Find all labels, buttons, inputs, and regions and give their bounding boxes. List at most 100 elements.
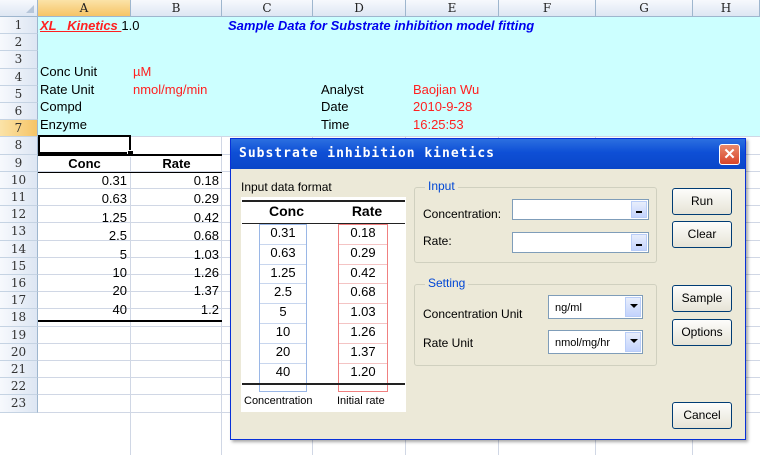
- row-header[interactable]: 3: [0, 51, 38, 69]
- conc-unit-value: µM: [133, 64, 152, 79]
- input-group: Input Concentration: Rate:: [414, 179, 657, 263]
- row-header[interactable]: 2: [0, 34, 38, 52]
- format-caption-initial-rate: Initial rate: [337, 395, 385, 407]
- concentration-label: Concentration:: [423, 207, 502, 221]
- selected-cell-a7[interactable]: [38, 135, 131, 154]
- row-header[interactable]: 15: [0, 257, 38, 275]
- cancel-button[interactable]: Cancel: [672, 402, 732, 429]
- grid-line: [221, 137, 222, 455]
- options-button[interactable]: Options: [672, 319, 732, 346]
- rate-unit-value: nmol/mg/min: [133, 82, 208, 97]
- rate-cell[interactable]: 0.29: [131, 190, 219, 207]
- column-header-b[interactable]: B: [131, 0, 222, 17]
- row-header[interactable]: 5: [0, 85, 38, 103]
- rate-cell[interactable]: 0.68: [131, 227, 219, 244]
- format-conc-value: 20: [275, 343, 291, 359]
- date-label: Date: [321, 99, 349, 114]
- row-header[interactable]: 20: [0, 343, 38, 361]
- column-header-f[interactable]: F: [499, 0, 596, 17]
- column-header-h[interactable]: H: [693, 0, 760, 17]
- row-header[interactable]: 22: [0, 378, 38, 396]
- row-header[interactable]: 8: [0, 137, 38, 155]
- row-header[interactable]: 12: [0, 206, 38, 224]
- format-header-rate: Rate: [351, 203, 383, 219]
- conc-cell[interactable]: 5: [38, 246, 127, 263]
- row-header[interactable]: 13: [0, 223, 38, 241]
- rate-input[interactable]: [512, 232, 649, 253]
- analyst-label: Analyst: [321, 82, 364, 97]
- analyst-value: Baojian Wu: [413, 82, 480, 97]
- row-header[interactable]: 18: [0, 309, 38, 327]
- rate-refedit-icon[interactable]: [631, 234, 647, 251]
- rate-cell[interactable]: 0.18: [131, 172, 219, 189]
- row-header[interactable]: 14: [0, 240, 38, 258]
- row-header[interactable]: 19: [0, 326, 38, 344]
- format-header-conc: Conc: [269, 203, 304, 219]
- rate-cell[interactable]: 1.2: [131, 301, 219, 318]
- column-header-g[interactable]: G: [596, 0, 693, 17]
- clear-button[interactable]: Clear: [672, 221, 732, 248]
- rate-unit-select[interactable]: nmol/mg/hr: [548, 330, 643, 354]
- enzyme-label: Enzyme: [40, 117, 87, 132]
- format-rate-value: 0.18: [350, 225, 376, 240]
- conc-unit-select[interactable]: ng/ml: [548, 295, 643, 319]
- column-header-c[interactable]: C: [222, 0, 313, 17]
- concentration-input[interactable]: [512, 199, 649, 220]
- row-header[interactable]: 16: [0, 275, 38, 293]
- rate-cell[interactable]: 1.03: [131, 246, 219, 263]
- format-conc-value: 10: [275, 324, 291, 339]
- row-header[interactable]: 10: [0, 171, 38, 189]
- conc-cell[interactable]: 0.63: [38, 190, 127, 207]
- row-header[interactable]: 7: [0, 120, 38, 138]
- dialog-title: Substrate inhibition kinetics: [239, 146, 495, 161]
- row-header[interactable]: 1: [0, 17, 38, 35]
- data-format-illustration: Conc Rate 0.31 0.18 0.63 0.29 1.25 0.42 2.5 0.6…: [241, 197, 406, 412]
- run-button[interactable]: Run: [672, 188, 732, 215]
- column-header-e[interactable]: E: [406, 0, 499, 17]
- conc-unit-label: Conc Unit: [40, 64, 98, 79]
- chevron-down-icon[interactable]: [625, 332, 641, 352]
- format-row-divider: [339, 283, 387, 285]
- conc-cell[interactable]: 20: [38, 282, 127, 299]
- conc-cell[interactable]: 1.25: [38, 209, 127, 226]
- row-header[interactable]: 21: [0, 361, 38, 379]
- format-rate-value: 0.29: [350, 244, 376, 260]
- format-row-divider: [339, 342, 387, 344]
- sheet-subtitle: Sample Data for Substrate inhibition mod…: [228, 18, 535, 33]
- time-label: Time: [321, 117, 350, 132]
- conc-cell[interactable]: 10: [38, 264, 127, 281]
- column-header-d[interactable]: D: [313, 0, 406, 17]
- dialog-titlebar[interactable]: Substrate inhibition kinetics ✕: [231, 139, 745, 169]
- row-header[interactable]: 4: [0, 68, 38, 86]
- rate-cell[interactable]: 1.26: [131, 264, 219, 281]
- row-header[interactable]: 17: [0, 292, 38, 310]
- rate-cell[interactable]: 1.37: [131, 282, 219, 299]
- format-rate-value: 1.26: [350, 324, 376, 339]
- column-header-a[interactable]: A: [38, 0, 131, 17]
- format-row-divider: [260, 263, 306, 265]
- select-all-corner[interactable]: [0, 0, 38, 17]
- concentration-refedit-icon[interactable]: [631, 201, 647, 218]
- format-caption-concentration: Concentration: [244, 395, 313, 407]
- row-header[interactable]: 6: [0, 103, 38, 121]
- conc-cell[interactable]: 2.5: [38, 227, 127, 244]
- conc-unit-selected: ng/ml: [555, 302, 582, 314]
- conc-cell[interactable]: 40: [38, 301, 127, 318]
- chevron-down-icon[interactable]: [625, 297, 641, 317]
- table-header-rate: Rate: [162, 156, 191, 171]
- format-rate-value: 0.42: [350, 264, 376, 280]
- conc-cell[interactable]: 0.31: [38, 172, 127, 189]
- format-row-divider: [339, 263, 387, 265]
- row-header[interactable]: 9: [0, 154, 38, 172]
- rate-cell[interactable]: 0.42: [131, 209, 219, 226]
- format-conc-value: 40: [275, 363, 291, 379]
- format-row-divider: [260, 243, 306, 245]
- app-title-name[interactable]: XL _Kinetics: [40, 18, 121, 33]
- format-rate-value: 0.68: [350, 284, 376, 300]
- close-icon[interactable]: ✕: [719, 144, 740, 165]
- sample-button[interactable]: Sample: [672, 285, 732, 312]
- row-header[interactable]: 23: [0, 395, 38, 413]
- row-header[interactable]: 11: [0, 189, 38, 207]
- setting-group: Setting Concentration Unit ng/ml Rate Un…: [414, 276, 657, 366]
- format-conc-value: 0.63: [270, 244, 296, 260]
